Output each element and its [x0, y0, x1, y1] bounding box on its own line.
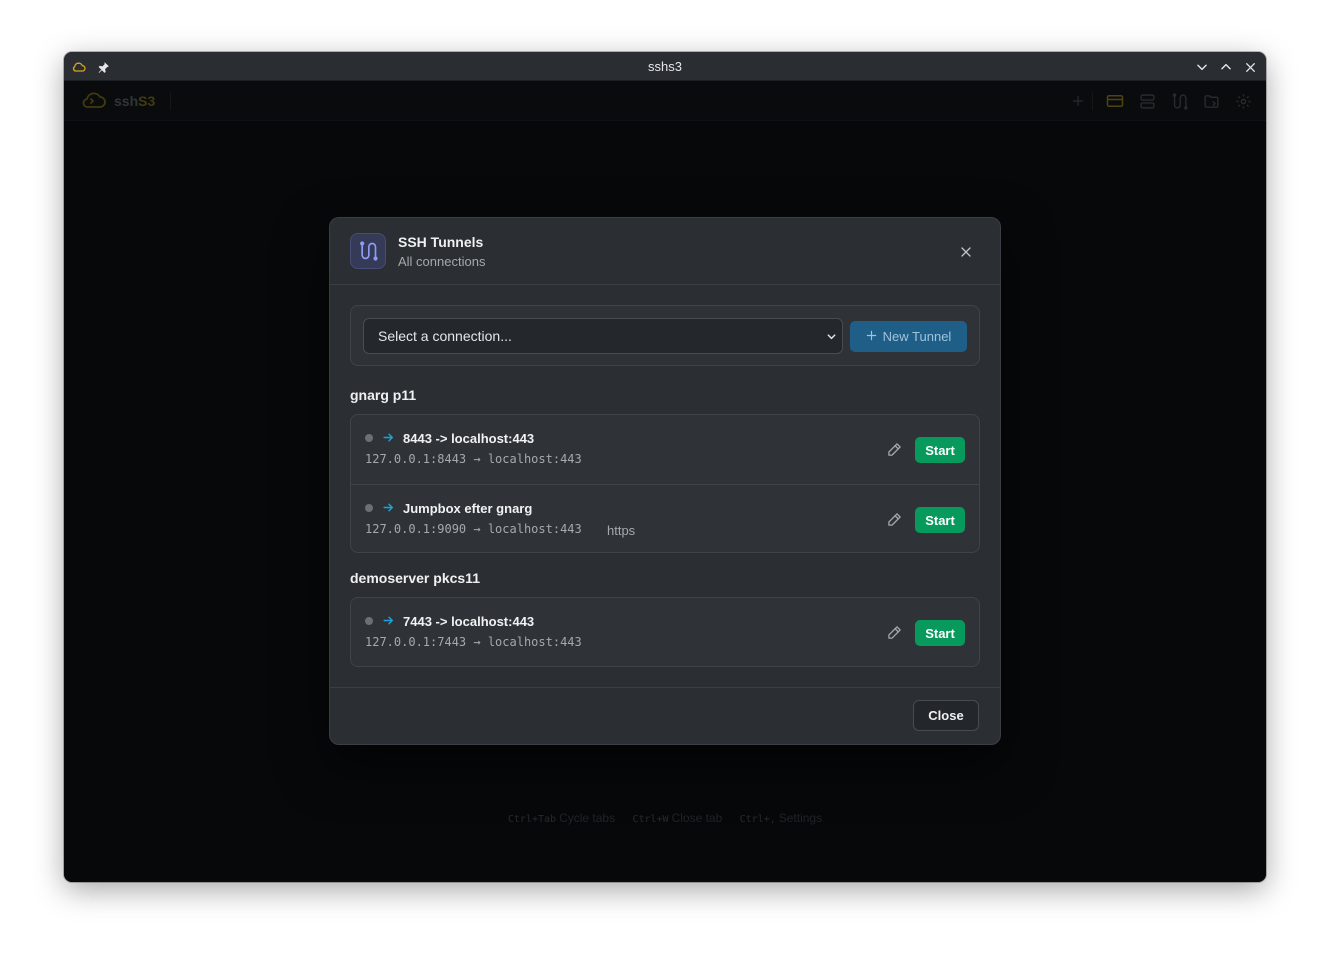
start-button[interactable]: Start: [915, 507, 965, 533]
tunnel-route: 127.0.0.1:7443 → localhost:443: [365, 635, 582, 649]
tunnel-row: 8443 -> localhost:443 127.0.0.1:8443 → l…: [351, 415, 979, 484]
tunnel-icon: [350, 233, 386, 269]
dialog-close-icon[interactable]: [956, 242, 976, 262]
arrow-right-icon: [381, 500, 395, 514]
group-title: gnarg p11: [350, 387, 417, 403]
window-close-button[interactable]: [1241, 58, 1259, 76]
tunnel-route: 127.0.0.1:9090 → localhost:443: [365, 522, 582, 536]
status-indicator: [365, 504, 373, 512]
edit-icon[interactable]: [885, 440, 903, 458]
ssh-tunnels-dialog: SSH Tunnels All connections Select a con…: [329, 217, 1001, 745]
new-tunnel-label: New Tunnel: [882, 329, 952, 344]
chevron-down-icon: [824, 329, 838, 343]
arrow-right-icon: [381, 430, 395, 444]
tunnel-protocol-tag: https: [607, 523, 636, 538]
maximize-button[interactable]: [1217, 58, 1235, 76]
title-bar: sshs3: [64, 52, 1266, 81]
tunnel-name: 7443 -> localhost:443: [403, 614, 535, 629]
window-title: sshs3: [648, 59, 682, 74]
tunnel-list: 7443 -> localhost:443 127.0.0.1:7443 → l…: [350, 597, 980, 667]
dialog-subtitle: All connections: [398, 254, 486, 269]
edit-icon[interactable]: [885, 510, 903, 528]
tunnel-name: Jumpbox efter gnarg: [403, 501, 533, 516]
minimize-button[interactable]: [1193, 58, 1211, 76]
arrow-right-icon: [381, 613, 395, 627]
connection-select-value: Select a connection...: [378, 328, 512, 344]
group-title: demoserver pkcs11: [350, 570, 480, 586]
start-button[interactable]: Start: [915, 620, 965, 646]
connection-select[interactable]: Select a connection...: [363, 318, 843, 354]
edit-icon[interactable]: [885, 623, 903, 641]
connection-picker: Select a connection... New Tunnel: [350, 305, 980, 366]
tunnel-row: 7443 -> localhost:443 127.0.0.1:7443 → l…: [351, 598, 979, 666]
close-button[interactable]: Close: [913, 700, 979, 731]
tunnel-list: 8443 -> localhost:443 127.0.0.1:8443 → l…: [350, 414, 980, 553]
new-tunnel-button[interactable]: New Tunnel: [850, 321, 967, 352]
plus-icon: [866, 329, 877, 344]
tunnel-route: 127.0.0.1:8443 → localhost:443: [365, 452, 582, 466]
dialog-header: SSH Tunnels All connections: [330, 218, 1000, 285]
status-indicator: [365, 617, 373, 625]
start-button[interactable]: Start: [915, 437, 965, 463]
status-indicator: [365, 434, 373, 442]
dialog-footer: Close: [330, 687, 1000, 746]
tunnel-name: 8443 -> localhost:443: [403, 431, 535, 446]
tunnel-row: Jumpbox efter gnarg 127.0.0.1:9090 → loc…: [351, 484, 979, 552]
dialog-title: SSH Tunnels: [398, 234, 484, 250]
